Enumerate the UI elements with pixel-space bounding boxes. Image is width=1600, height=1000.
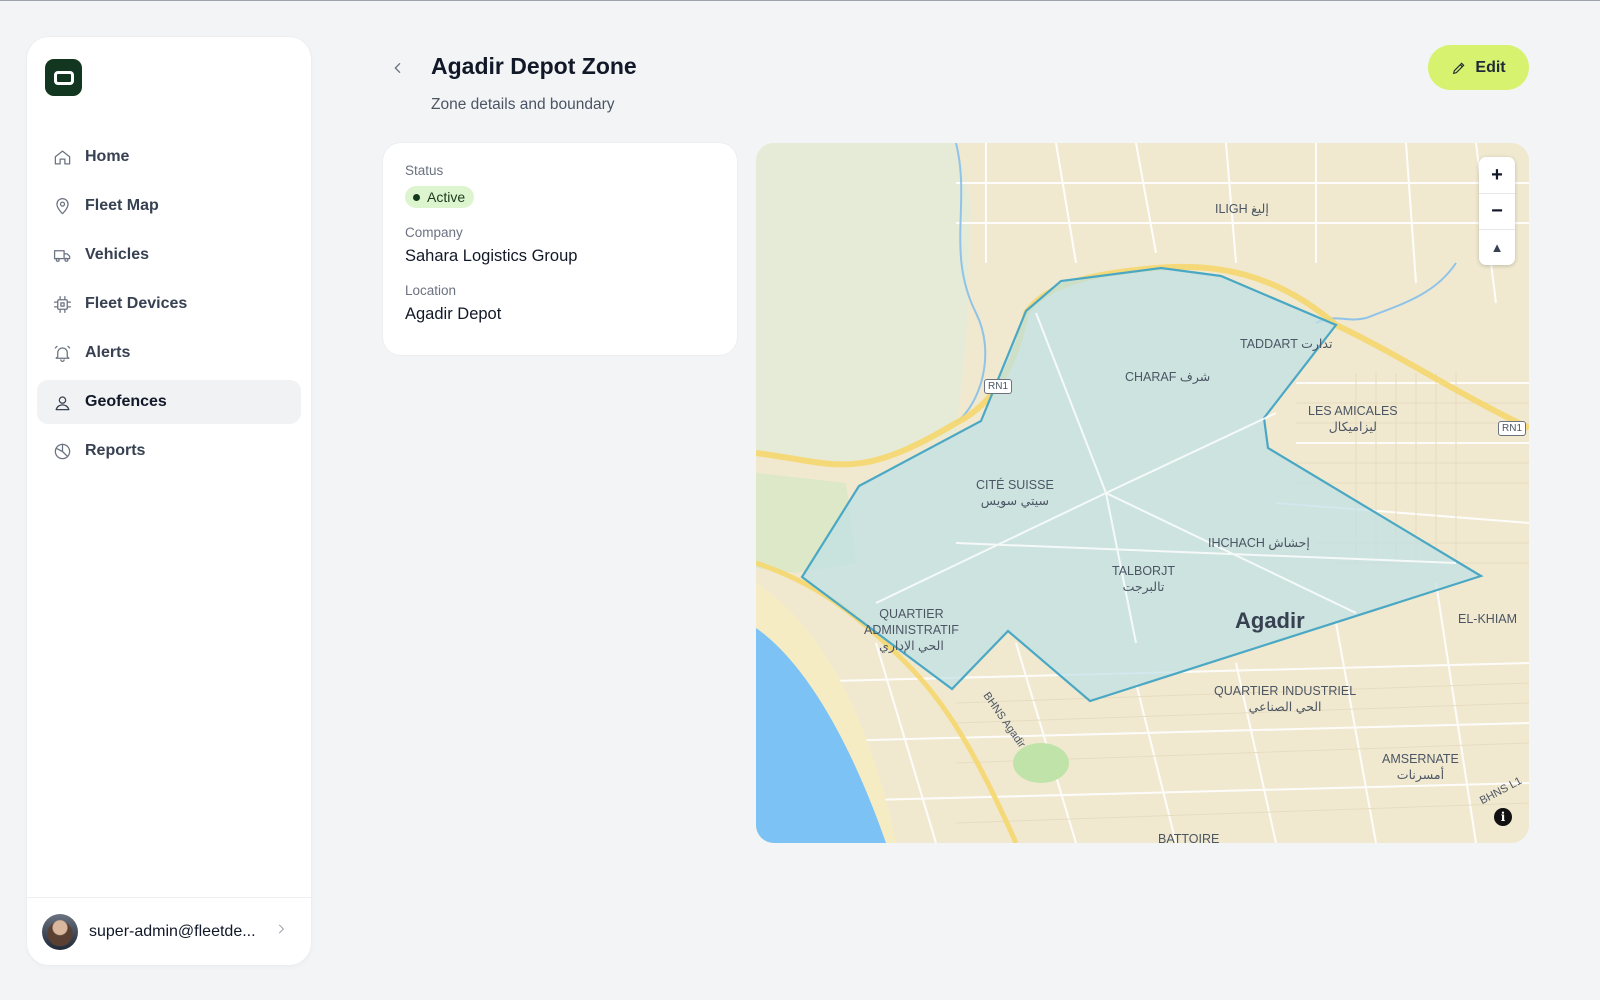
map-label-amsernate: AMSERNATE أمسرنات	[1382, 751, 1459, 783]
company-label: Company	[405, 225, 463, 240]
map-label-line: الحي الإداري	[879, 639, 944, 653]
truck-icon	[52, 245, 72, 265]
map-label-el-khiam: EL-KHIAM	[1458, 612, 1518, 626]
sidebar-item-reports[interactable]: Reports	[37, 429, 301, 473]
map-label-line: سيتي سويس	[980, 494, 1050, 508]
zoom-out-button[interactable]: −	[1479, 193, 1515, 229]
map-info-icon[interactable]: i	[1494, 808, 1512, 826]
home-icon	[52, 147, 72, 167]
status-dot	[413, 193, 420, 201]
sidebar-item-vehicles[interactable]: Vehicles	[37, 233, 301, 277]
map-label-quartier-industriel: QUARTIER INDUSTRIEL الحي الصناعي	[1214, 683, 1356, 715]
company-value: Sahara Logistics Group	[405, 247, 578, 265]
map-label-iligh: ILIGH إليغ	[1215, 202, 1269, 216]
sidebar: Home Fleet Map Vehicles Fleet Devices Al…	[27, 37, 311, 965]
user-email: super-admin@fleetde...	[89, 922, 256, 940]
map-label-talborjt: TALBORJT تالبرجت	[1112, 563, 1175, 595]
sidebar-item-label: Reports	[85, 442, 146, 459]
pencil-icon	[1453, 62, 1465, 74]
map-label-agadir: Agadir	[1235, 608, 1305, 633]
map-label-battoire: BATTOIRE	[1158, 832, 1220, 843]
sidebar-item-label: Vehicles	[85, 246, 150, 263]
chevron-right-icon	[274, 922, 288, 941]
road-shield-rn1: RN1	[984, 379, 1013, 394]
sidebar-item-home[interactable]: Home	[37, 135, 301, 179]
geofence-icon	[52, 392, 72, 412]
map-label-line: CITÉ SUISSE	[976, 478, 1054, 492]
sidebar-item-fleet-devices[interactable]: Fleet Devices	[37, 282, 301, 326]
sidebar-item-alerts[interactable]: Alerts	[37, 331, 301, 375]
back-button[interactable]	[387, 57, 409, 79]
compass-button[interactable]: ▲	[1479, 229, 1515, 265]
map-base	[756, 143, 1529, 843]
sidebar-item-label: Home	[85, 148, 130, 165]
map-label-charaf: CHARAF شرف	[1125, 370, 1211, 384]
bell-icon	[52, 343, 72, 363]
road-shield-rn1: RN1	[1498, 421, 1527, 436]
pie-chart-icon	[52, 441, 72, 461]
page-title: Agadir Depot Zone	[431, 53, 637, 79]
map-label-line: ADMINISTRATIF	[864, 623, 959, 637]
map-zoom-controls: + − ▲	[1479, 157, 1515, 265]
map-label-line: AMSERNATE	[1382, 752, 1459, 766]
map-label-line: TALBORJT	[1112, 564, 1175, 578]
map-label-line: ليزاميكال	[1328, 420, 1377, 434]
chip-icon	[52, 294, 72, 314]
location-label: Location	[405, 283, 457, 298]
sidebar-item-label: Fleet Map	[85, 197, 159, 214]
sidebar-item-label: Fleet Devices	[85, 295, 188, 312]
map-label-line: QUARTIER INDUSTRIEL	[1214, 684, 1357, 698]
geofence-map[interactable]: ILIGH إليغ TADDART تدارت CHARAF شرف LES …	[756, 143, 1529, 843]
sidebar-item-geofences[interactable]: Geofences	[37, 380, 301, 424]
page-subtitle: Zone details and boundary	[431, 96, 615, 113]
status-badge: Active	[405, 186, 475, 208]
avatar	[42, 913, 78, 950]
map-label-line: تالبرجت	[1122, 580, 1165, 594]
map-label-taddart: TADDART تدارت	[1240, 337, 1333, 351]
status-label: Status	[405, 163, 444, 178]
edit-button-label: Edit	[1475, 58, 1506, 76]
zoom-in-button[interactable]: +	[1479, 157, 1515, 193]
edit-button[interactable]: Edit	[1428, 45, 1529, 90]
sidebar-item-fleet-map[interactable]: Fleet Map	[37, 184, 301, 228]
status-value: Active	[427, 189, 466, 205]
map-label-line: أمسرنات	[1396, 768, 1445, 782]
map-label-cite-suisse: CITÉ SUISSE سيتي سويس	[976, 477, 1054, 509]
map-label-line: الحي الصناعي	[1248, 700, 1322, 714]
map-pin-icon	[52, 196, 72, 216]
map-label-ihchach: IHCHACH إحشاش	[1208, 536, 1310, 550]
user-menu[interactable]: super-admin@fleetde...	[27, 897, 311, 965]
map-label-quartier-administratif: QUARTIER ADMINISTRATIF الحي الإداري	[864, 606, 959, 654]
sidebar-item-label: Alerts	[85, 344, 131, 361]
map-label-line: LES AMICALES	[1308, 404, 1398, 418]
zone-details-card: Status Active Company Sahara Logistics G…	[383, 143, 737, 355]
chevron-left-icon	[394, 62, 401, 74]
map-label-les-amicales: LES AMICALES ليزاميكال	[1308, 403, 1398, 435]
location-value: Agadir Depot	[405, 305, 502, 323]
app-logo[interactable]	[45, 59, 82, 96]
sidebar-item-label: Geofences	[85, 393, 167, 410]
map-label-line: QUARTIER	[879, 607, 944, 621]
sidebar-nav: Home Fleet Map Vehicles Fleet Devices Al…	[37, 135, 301, 478]
